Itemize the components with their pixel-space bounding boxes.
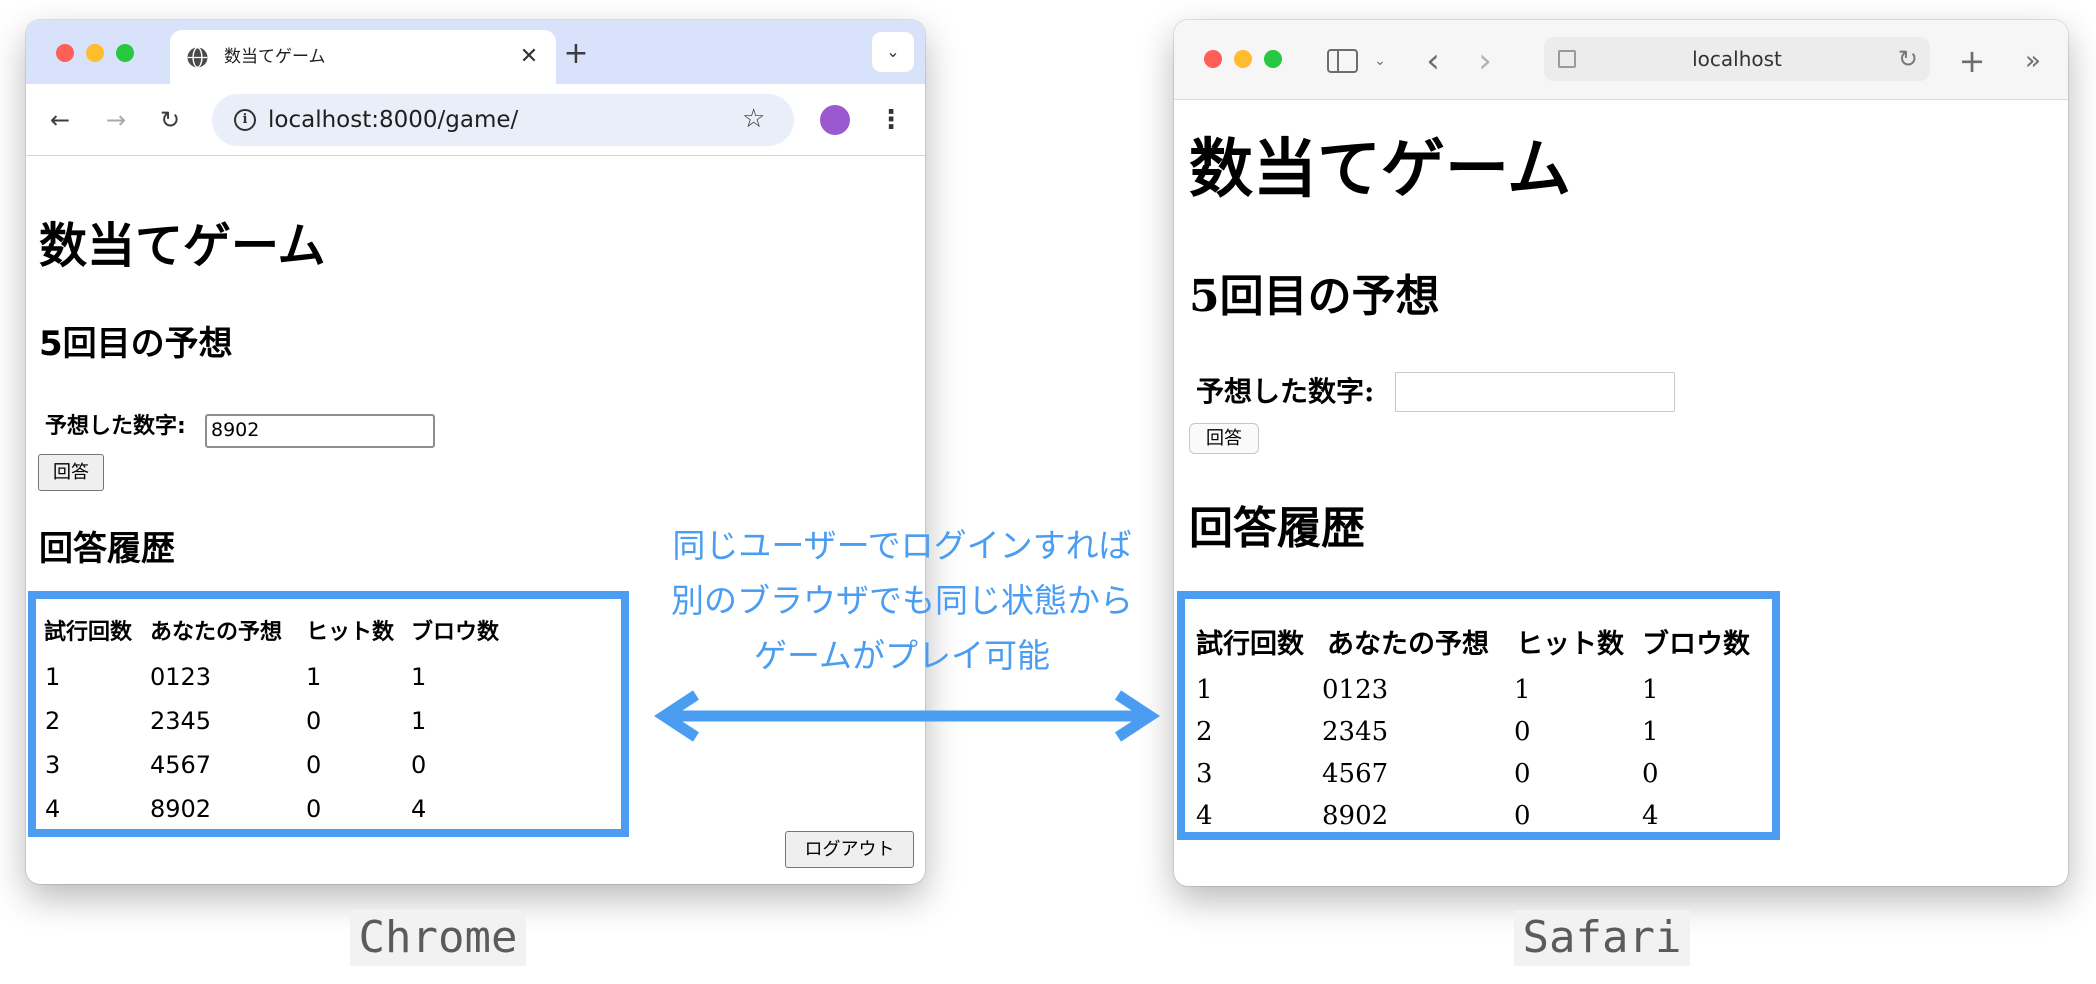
site-info-icon[interactable]: i <box>234 109 256 131</box>
submit-button[interactable]: 回答 <box>1189 423 1259 454</box>
profile-avatar-icon[interactable] <box>820 105 850 135</box>
double-arrow-icon <box>653 690 1161 742</box>
guess-input-label: 予想した数字: <box>45 414 186 439</box>
back-arrow-icon[interactable]: ‹ <box>1418 44 1448 78</box>
address-text[interactable]: localhost <box>1544 47 1930 71</box>
safari-caption: Safari <box>1514 910 1690 966</box>
annotation-line: 同じユーザーでログインすれば <box>672 526 1132 565</box>
chrome-history-highlight-box <box>28 591 629 837</box>
annotation-line: 別のブラウザでも同じ状態から <box>671 581 1133 620</box>
submit-button[interactable]: 回答 <box>38 454 104 491</box>
guess-input[interactable]: 8902 <box>205 414 435 448</box>
guess-input-label: 予想した数字: <box>1196 375 1375 408</box>
page-title: 数当てゲーム <box>1189 132 1572 207</box>
chrome-tab-strip: 数当てゲーム ✕ + ⌄ <box>26 20 925 84</box>
safari-history-highlight-box <box>1177 591 1780 840</box>
url-text[interactable]: localhost:8000/game/ <box>268 107 518 133</box>
address-bar[interactable]: i localhost:8000/game/ ☆ <box>212 94 794 146</box>
tab-title: 数当てゲーム <box>224 47 326 67</box>
annotation-text: 同じユーザーでログインすれば 別のブラウザでも同じ状態から ゲームがプレイ可能 <box>640 518 1164 683</box>
new-tab-icon[interactable]: + <box>558 36 594 72</box>
globe-icon <box>187 47 208 68</box>
close-window-button[interactable] <box>1204 50 1222 68</box>
sidebar-toggle-icon[interactable] <box>1327 49 1358 73</box>
round-heading: 5回目の予想 <box>1189 271 1440 322</box>
minimize-window-button[interactable] <box>1234 50 1252 68</box>
logout-button[interactable]: ログアウト <box>785 831 914 868</box>
zoom-window-button[interactable] <box>116 44 134 62</box>
close-tab-icon[interactable]: ✕ <box>514 42 544 72</box>
chrome-tab[interactable]: 数当てゲーム ✕ <box>170 30 556 84</box>
reload-icon[interactable]: ↻ <box>152 102 188 138</box>
reload-icon[interactable]: ↻ <box>1898 44 1918 74</box>
address-bar[interactable]: localhost ↻ <box>1544 37 1930 81</box>
chrome-toolbar: ← → ↻ i localhost:8000/game/ ☆ ⋮ <box>26 84 925 156</box>
history-heading: 回答履歴 <box>39 529 175 569</box>
chrome-caption: Chrome <box>350 910 526 966</box>
show-more-tabs-icon[interactable]: » <box>2018 44 2048 78</box>
close-window-button[interactable] <box>56 44 74 62</box>
bookmark-star-icon[interactable]: ☆ <box>742 104 765 134</box>
new-tab-icon[interactable]: + <box>1954 44 1990 78</box>
round-heading: 5回目の予想 <box>39 324 233 364</box>
annotation-line: ゲームがプレイ可能 <box>753 636 1050 675</box>
forward-arrow-icon[interactable]: › <box>1470 44 1500 78</box>
page-title: 数当てゲーム <box>39 218 326 274</box>
more-menu-icon[interactable]: ⋮ <box>878 102 904 138</box>
tab-search-icon[interactable]: ⌄ <box>872 32 914 72</box>
safari-toolbar: ⌄ ‹ › localhost ↻ + » <box>1174 20 2068 100</box>
minimize-window-button[interactable] <box>86 44 104 62</box>
history-heading: 回答履歴 <box>1189 503 1365 554</box>
back-arrow-icon[interactable]: ← <box>42 102 78 138</box>
guess-input[interactable] <box>1395 372 1675 412</box>
forward-arrow-icon[interactable]: → <box>98 102 134 138</box>
chevron-down-icon[interactable]: ⌄ <box>1370 44 1390 78</box>
zoom-window-button[interactable] <box>1264 50 1282 68</box>
